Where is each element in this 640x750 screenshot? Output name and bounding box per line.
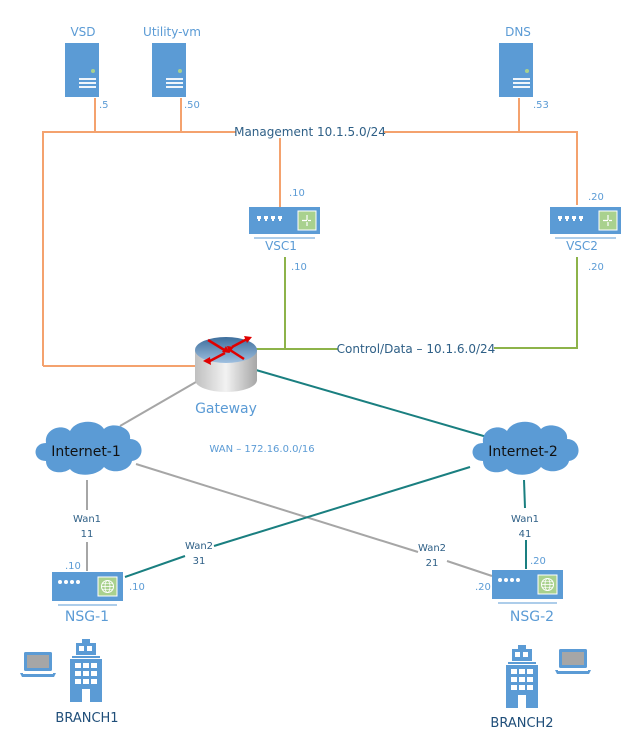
server-name: VSD: [70, 25, 95, 39]
wan-port-number: 21: [426, 558, 439, 569]
wan-port-name: Wan1: [511, 514, 539, 525]
wan-network-label: WAN – 172.16.0.0/16: [209, 444, 314, 455]
laptop-icon: [20, 652, 56, 677]
server-ip: .50: [184, 100, 200, 111]
nsg2-wan2-label: Wan2 21: [418, 543, 446, 569]
cloud-name: Internet-1: [51, 444, 121, 460]
nsg-2[interactable]: .20 .20 NSG-2: [475, 556, 564, 625]
link-internet1-nsg2-b: [446, 560, 493, 577]
mgmt-bus-left: [42, 131, 236, 366]
vsc-mgmt-ip: .20: [588, 192, 604, 203]
vsc2[interactable]: .20 VSC2 .20: [549, 192, 622, 273]
nsg-wan1-ip: .20: [530, 556, 546, 567]
mgmt-bus-right: [383, 131, 578, 205]
nsg-icon: [491, 569, 564, 604]
link-internet2-nsg2: [523, 479, 526, 509]
server-icon: [499, 43, 533, 97]
link-nsg1-internet2: [124, 555, 186, 578]
wan-port-name: Wan2: [185, 541, 213, 552]
branch-name: BRANCH1: [55, 711, 118, 726]
ctrl-bus-right: [494, 257, 578, 349]
server-ip: .5: [99, 100, 109, 111]
nsg-name: NSG-1: [65, 609, 109, 625]
server-icon: [65, 43, 99, 97]
management-network-label: Management 10.1.5.0/24: [234, 125, 386, 139]
server-dns[interactable]: DNS .53: [499, 25, 549, 111]
nsg-wan2-ip: .10: [129, 582, 145, 593]
server-ip: .53: [533, 100, 549, 111]
link-nsg1-internet2-b: [213, 466, 471, 547]
vsc-name: VSC1: [265, 239, 297, 253]
nsg-icon: [51, 571, 124, 606]
cloud-name: Internet-2: [488, 444, 558, 460]
control-data-network-label: Control/Data – 10.1.6.0/24: [337, 342, 496, 356]
laptop-icon: [555, 649, 591, 674]
branch-1[interactable]: BRANCH1: [20, 639, 119, 726]
nsg-name: NSG-2: [510, 609, 554, 625]
server-icon: [152, 43, 186, 97]
internet-1-cloud[interactable]: Internet-1: [35, 421, 142, 475]
router-icon: [195, 336, 257, 392]
link-gateway-internet1: [119, 381, 197, 427]
server-vsd[interactable]: VSD .5: [65, 25, 109, 111]
server-name: DNS: [505, 25, 531, 39]
nsg1-wan1-label: Wan1 11: [73, 514, 101, 540]
link-gateway-internet2: [255, 369, 488, 438]
gateway[interactable]: Gateway: [195, 336, 257, 417]
nsg-1[interactable]: .10 .10 NSG-1: [51, 561, 145, 625]
gateway-name: Gateway: [195, 401, 257, 417]
link-internet1-nsg2: [135, 463, 419, 553]
nsg-wan1-ip: .10: [65, 561, 81, 572]
switch-icon: [549, 206, 622, 239]
building-icon: [506, 645, 538, 708]
vsc-ctrl-ip: .10: [291, 262, 307, 273]
branch-name: BRANCH2: [490, 716, 553, 731]
wan-links: [86, 369, 527, 578]
server-utility-vm[interactable]: Utility-vm .50: [143, 25, 201, 111]
switch-icon: [248, 206, 321, 239]
nsg-wan2-ip: .20: [475, 582, 491, 593]
building-icon: [70, 639, 102, 702]
branch-2[interactable]: BRANCH2: [490, 645, 591, 731]
nsg2-wan1-label: Wan1 41: [511, 514, 539, 540]
wan-port-name: Wan1: [73, 514, 101, 525]
wan-port-number: 31: [193, 556, 206, 567]
vsc-mgmt-ip: .10: [289, 188, 305, 199]
server-name: Utility-vm: [143, 25, 201, 39]
vsc-ctrl-ip: .20: [588, 262, 604, 273]
vsc-name: VSC2: [566, 239, 598, 253]
nsg1-wan2-label: Wan2 31: [185, 541, 213, 567]
internet-2-cloud[interactable]: Internet-2: [472, 421, 579, 475]
wan-port-number: 41: [519, 529, 532, 540]
wan-port-name: Wan2: [418, 543, 446, 554]
wan-port-number: 11: [81, 529, 94, 540]
network-diagram: VSD .5 Utility-vm .50 DNS .53 Management…: [20, 25, 622, 731]
